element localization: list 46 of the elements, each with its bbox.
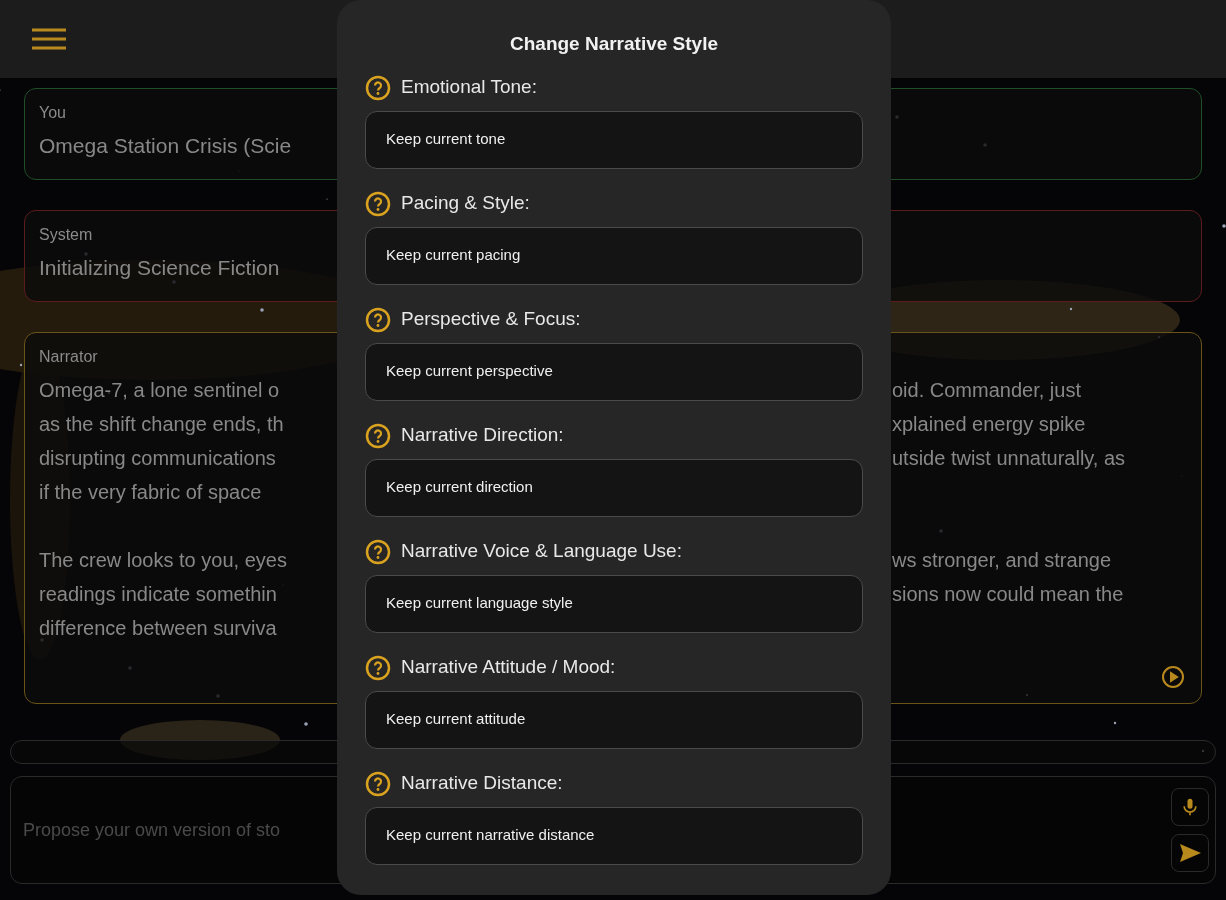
message-text: utside twist unnaturally, as [892, 447, 1126, 469]
help-icon[interactable] [365, 770, 391, 797]
message-text: readings indicate somethin [39, 583, 277, 605]
field-label: Emotional Tone: [401, 75, 537, 100]
message-text: ws stronger, and strange [892, 549, 1111, 571]
microphone-button[interactable] [1171, 788, 1209, 826]
help-icon[interactable] [365, 306, 391, 333]
sender-label: System [39, 226, 93, 243]
message-text: as the shift change ends, th [39, 413, 284, 435]
style-field[interactable]: Keep current direction [365, 458, 863, 517]
message-text: sions now could mean the [892, 583, 1124, 605]
help-icon[interactable] [365, 538, 391, 565]
message-text: Omega Station Crisis (Scie [39, 134, 292, 158]
menu-icon[interactable] [32, 27, 66, 51]
sender-label: Narrator [39, 348, 98, 365]
style-field[interactable]: Keep current attitude [365, 690, 863, 749]
story-input[interactable]: Propose your own version of sto [23, 816, 333, 844]
dialog-title: Change Narrative Style [510, 32, 718, 56]
message-text: Omega-7, a lone sentinel o [39, 379, 280, 401]
message-text: oid. Commander, just [892, 379, 1081, 401]
help-icon[interactable] [365, 190, 391, 217]
field-label: Narrative Voice & Language Use: [401, 539, 682, 564]
field-label: Narrative Attitude / Mood: [401, 655, 616, 680]
message-text: if the very fabric of space [39, 481, 262, 503]
message-text: Initializing Science Fiction [39, 256, 280, 280]
field-label: Narrative Distance: [401, 771, 563, 796]
send-button[interactable] [1171, 834, 1209, 872]
field-label: Pacing & Style: [401, 191, 530, 216]
style-field[interactable]: Keep current tone [365, 110, 863, 169]
style-field[interactable]: Keep current language style [365, 574, 863, 633]
style-field[interactable]: Keep current narrative distance [365, 806, 863, 865]
help-icon[interactable] [365, 74, 391, 101]
help-icon[interactable] [365, 654, 391, 681]
field-label: Narrative Direction: [401, 423, 564, 448]
message-text: xplained energy spike [892, 413, 1086, 435]
sender-label: You [39, 104, 66, 121]
message-text: disrupting communications [39, 447, 276, 469]
help-icon[interactable] [365, 422, 391, 449]
style-field[interactable]: Keep current perspective [365, 342, 863, 401]
play-icon[interactable] [1161, 665, 1185, 689]
message-text: difference between surviva [39, 617, 277, 639]
field-label: Perspective & Focus: [401, 307, 581, 332]
send-icon [1178, 841, 1202, 865]
message-text: The crew looks to you, eyes [39, 549, 287, 571]
style-field[interactable]: Keep current pacing [365, 226, 863, 285]
microphone-icon [1180, 797, 1200, 817]
